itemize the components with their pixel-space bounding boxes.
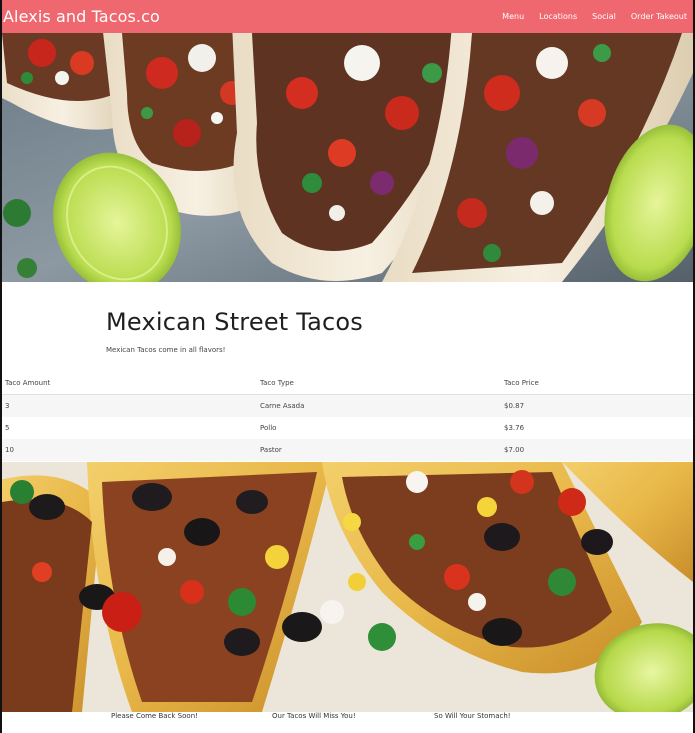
cell-taco-amount: 10	[5, 446, 14, 454]
footer-caption-miss-you: Our Tacos Will Miss You!	[272, 712, 356, 720]
page-subtitle: Mexican Tacos come in all flavors!	[106, 346, 226, 354]
cell-taco-price: $3.76	[504, 424, 525, 432]
table-row: 5 Pollo $3.76	[2, 417, 693, 439]
footer-caption-stomach: So Will Your Stomach!	[434, 712, 511, 720]
street-tacos-photo	[2, 33, 693, 282]
table-header-row: Taco Amount Taco Type Taco Price	[2, 372, 693, 395]
cell-taco-amount: 3	[5, 402, 10, 410]
column-header-taco-price: Taco Price	[501, 372, 693, 395]
hero-image-street-tacos	[2, 33, 693, 282]
cell-taco-type: Pastor	[260, 446, 282, 454]
cell-taco-type: Carne Asada	[260, 402, 305, 410]
page: Alexis and Tacos.co Menu Locations Socia…	[0, 0, 695, 733]
cell-taco-type: Pollo	[260, 424, 277, 432]
cell-taco-price: $0.87	[504, 402, 525, 410]
table-row: 10 Pastor $7.00	[2, 439, 693, 461]
nav-link-social[interactable]: Social	[592, 12, 616, 21]
footer-captions: Please Come Back Soon! Our Tacos Will Mi…	[2, 712, 693, 733]
page-title: Mexican Street Tacos	[106, 308, 363, 336]
navbar: Alexis and Tacos.co Menu Locations Socia…	[2, 0, 693, 33]
hero-image-hard-shell-tacos	[2, 462, 693, 712]
cell-taco-amount: 5	[5, 424, 10, 432]
nav-link-menu[interactable]: Menu	[502, 12, 524, 21]
column-header-taco-type: Taco Type	[257, 372, 501, 395]
brand-logo[interactable]: Alexis and Tacos.co	[2, 7, 160, 26]
column-header-taco-amount: Taco Amount	[2, 372, 257, 395]
nav-link-locations[interactable]: Locations	[539, 12, 577, 21]
taco-price-table: Taco Amount Taco Type Taco Price 3 Carne…	[2, 372, 693, 461]
nav-links: Menu Locations Social Order Takeout	[487, 12, 687, 21]
hard-shell-tacos-photo	[2, 462, 693, 712]
cell-taco-price: $7.00	[504, 446, 525, 454]
footer-caption-come-back: Please Come Back Soon!	[111, 712, 198, 720]
table-row: 3 Carne Asada $0.87	[2, 394, 693, 417]
nav-link-order-takeout[interactable]: Order Takeout	[631, 12, 687, 21]
